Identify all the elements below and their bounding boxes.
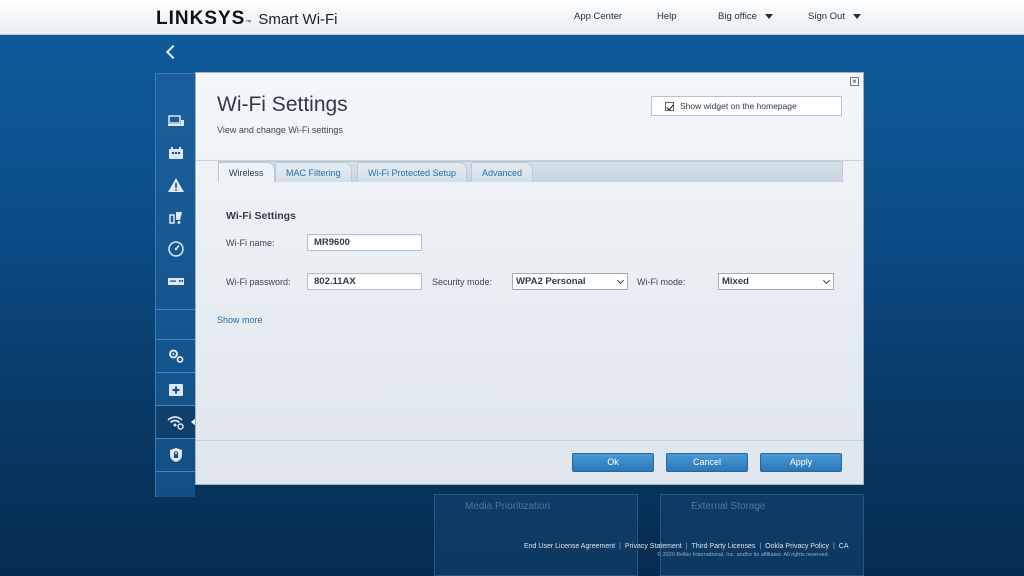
chevron-down-icon [822,276,831,285]
nav-sign-out-dropdown[interactable]: Sign Out [808,11,861,22]
sidebar-item-network-map[interactable] [156,137,196,169]
sign-out-label: Sign Out [808,11,845,22]
sidebar-item-router-settings[interactable] [156,340,196,372]
wifi-password-label: Wi-Fi password: [226,277,291,287]
speed-test-icon [168,241,184,257]
show-widget-option[interactable]: Show widget on the homepage [651,96,842,116]
linksys-logo[interactable]: LINKSYS ™ Smart Wi-Fi [156,8,338,29]
cancel-button[interactable]: Cancel [666,453,748,472]
devices-icon [168,115,184,126]
show-widget-label: Show widget on the homepage [680,101,797,111]
media-prioritization-widget: Media Prioritization [434,494,638,576]
nav-help[interactable]: Help [657,11,677,22]
backup-add-icon [169,384,183,396]
top-bar: LINKSYS ™ Smart Wi-Fi App Center Help Bi… [0,0,1024,35]
wifi-mode-select[interactable]: Mixed [718,273,834,290]
footer-link-third-party[interactable]: Third Party Licenses [692,543,756,550]
parental-controls-icon [169,212,182,224]
sidebar-item-security[interactable] [156,439,196,471]
chevron-down-icon [852,13,861,19]
footer-links: End User License Agreement | Privacy State… [524,543,849,550]
tab-wireless[interactable]: Wireless [218,162,275,182]
network-map-icon [169,147,183,159]
sidebar-divider [156,471,196,472]
widget-title: External Storage [691,501,766,512]
wifi-settings-icon [167,416,184,430]
trademark: ™ [245,20,252,26]
dialog-title: Wi-Fi Settings [217,93,348,116]
settings-gears-icon [169,349,184,363]
wifi-mode-value: Mixed [722,276,749,287]
sidebar-item-parental-controls[interactable] [156,201,196,233]
external-storage-widget: External Storage [660,494,864,576]
security-mode-select[interactable]: WPA2 Personal [512,273,628,290]
copyright: © 2020 Belkin International, Inc. and/or… [657,552,830,558]
chevron-down-icon [764,13,773,19]
widget-title: Media Prioritization [465,501,551,512]
security-shield-icon [170,448,182,462]
router-icon [168,278,184,285]
wifi-name-label: Wi-Fi name: [226,238,275,248]
nav-location-dropdown[interactable]: Big office [718,11,773,22]
sidebar [155,73,197,497]
nav-app-center[interactable]: App Center [574,11,622,22]
apply-button[interactable]: Apply [760,453,842,472]
show-widget-checkbox[interactable] [665,101,674,111]
dialog-footer-divider [196,440,863,441]
footer-link-ookla[interactable]: Ookla Privacy Policy [765,543,829,550]
section-title: Wi-Fi Settings [226,210,296,222]
sidebar-item-router[interactable] [156,265,196,297]
sidebar-item-backup[interactable] [156,373,196,405]
dialog-subtitle: View and change Wi-Fi settings [217,125,343,135]
security-mode-value: WPA2 Personal [516,276,586,287]
wifi-mode-label: Wi-Fi mode: [637,277,686,287]
tab-mac-filtering[interactable]: MAC Filtering [275,162,352,182]
wifi-password-input[interactable]: 802.11AX [307,273,422,290]
tab-wifi-protected-setup[interactable]: Wi-Fi Protected Setup [357,162,468,182]
wifi-name-input[interactable]: MR9600 [307,234,422,251]
close-icon[interactable]: × [850,77,859,86]
chevron-left-icon [165,44,181,60]
security-mode-label: Security mode: [432,277,493,287]
show-more-link[interactable]: Show more [217,315,263,325]
sidebar-item-alerts[interactable] [156,169,196,201]
footer-link-privacy[interactable]: Privacy Statement [625,543,682,550]
alert-icon [168,178,184,192]
sidebar-item-devices[interactable] [156,105,196,137]
footer-link-eula[interactable]: End User License Agreement [524,543,615,550]
sidebar-item-wifi-settings[interactable] [156,406,197,438]
product-name: Smart Wi-Fi [258,11,338,28]
footer-link-ca[interactable]: CA [839,543,849,550]
sidebar-collapse-button[interactable] [155,38,195,72]
location-label: Big office [718,11,757,22]
tab-advanced[interactable]: Advanced [471,162,534,182]
sidebar-item-speed-test[interactable] [156,233,196,265]
wifi-settings-dialog: × Wi-Fi Settings View and change Wi-Fi s… [195,72,864,485]
chevron-down-icon [616,276,625,285]
ok-button[interactable]: Ok [572,453,654,472]
sidebar-divider [156,309,196,310]
brand-name: LINKSYS [156,8,246,29]
